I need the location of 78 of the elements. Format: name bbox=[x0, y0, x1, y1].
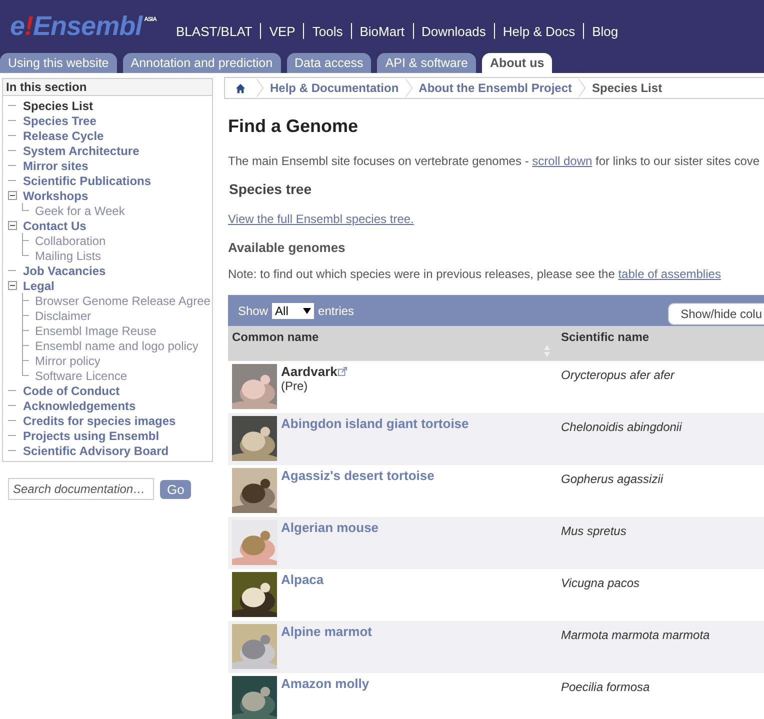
nav-link[interactable]: BLAST/BLAT bbox=[168, 24, 260, 38]
species-tree-link[interactable]: View the full Ensembl species tree. bbox=[228, 212, 414, 226]
species-link[interactable]: Abingdon island giant tortoise bbox=[281, 416, 469, 431]
nav-link[interactable]: Downloads bbox=[414, 24, 494, 38]
sidebar-sublink[interactable]: Software Licence bbox=[35, 368, 128, 382]
nav-link[interactable]: VEP bbox=[261, 24, 304, 38]
sidebar-link[interactable]: Scientific Advisory Board bbox=[23, 444, 169, 458]
collapse-icon[interactable] bbox=[8, 221, 17, 230]
sidebar-sublink[interactable]: Browser Genome Release Agree bbox=[35, 294, 210, 308]
nav-link[interactable]: Tools bbox=[304, 24, 351, 38]
assemblies-link[interactable]: table of assemblies bbox=[618, 267, 721, 281]
sidebar-link[interactable]: Credits for species images bbox=[23, 414, 176, 428]
sidebar-link[interactable]: Release Cycle bbox=[23, 128, 104, 142]
breadcrumb-link[interactable]: About the Ensembl Project bbox=[418, 81, 572, 95]
sidebar-sublink[interactable]: Collaboration bbox=[35, 234, 106, 248]
site-logo[interactable]: e!Ensembl$^{ASIA}$ bbox=[10, 10, 168, 42]
nav-tab[interactable]: Using this website bbox=[0, 53, 117, 73]
caret-icon bbox=[303, 308, 312, 314]
sidebar-link[interactable]: Contact Us bbox=[23, 218, 86, 232]
search-field[interactable]: Search documentation… bbox=[8, 478, 154, 500]
scientific-name: Chelonoidis abingdonii bbox=[561, 420, 682, 434]
columns-button[interactable]: Show/hide colu bbox=[668, 302, 764, 324]
scientific-name: Orycteropus afer afer bbox=[561, 368, 674, 382]
sidebar-link[interactable]: Species Tree bbox=[23, 114, 96, 128]
scroll-link[interactable]: scroll down bbox=[532, 154, 592, 168]
nav-link[interactable]: BioMart bbox=[352, 24, 413, 38]
go-button[interactable]: Go bbox=[160, 480, 192, 498]
sidebar-sublink[interactable]: Disclaimer bbox=[35, 308, 92, 322]
collapse-icon[interactable] bbox=[8, 281, 17, 290]
entries-select[interactable]: All bbox=[272, 302, 314, 318]
home-icon[interactable] bbox=[235, 82, 246, 94]
sidebar-link[interactable]: Acknowledgements bbox=[23, 398, 136, 412]
entries-label: entries bbox=[318, 304, 354, 318]
note-text: Note: to find out which species were in previous releases, please see the table of assemblies bbox=[228, 267, 722, 281]
sidebar-link[interactable]: Species List bbox=[23, 98, 94, 112]
scientific-name: Mus spretus bbox=[561, 524, 626, 538]
sidebar-link[interactable]: Workshops bbox=[23, 188, 88, 202]
scientific-name: Poecilia formosa bbox=[561, 680, 650, 694]
scientific-name: Marmota marmota marmota bbox=[561, 628, 710, 642]
nav-tab[interactable]: Data access bbox=[286, 53, 372, 73]
nav-tab[interactable]: Annotation and prediction bbox=[122, 53, 281, 73]
nav-tab[interactable]: API & software bbox=[377, 53, 476, 73]
species-link[interactable]: Agassiz's desert tortoise bbox=[281, 468, 434, 483]
nav-link[interactable]: Help & Docs bbox=[494, 24, 584, 38]
breadcrumb-link[interactable]: Species List bbox=[592, 81, 662, 95]
species-link[interactable]: Amazon molly bbox=[281, 676, 370, 691]
nav-link[interactable]: Blog bbox=[584, 24, 626, 38]
scientific-name: Gopherus agassizii bbox=[561, 472, 664, 486]
external-link-icon[interactable] bbox=[338, 367, 348, 376]
species-link[interactable]: Algerian mouse bbox=[281, 520, 379, 535]
section-heading: Species tree bbox=[229, 181, 312, 197]
species-link[interactable]: Alpine marmot bbox=[281, 624, 372, 639]
sidebar-link[interactable]: System Architecture bbox=[23, 144, 140, 158]
sidebar-sublink[interactable]: Ensembl name and logo policy bbox=[35, 338, 198, 352]
sidebar-link[interactable]: Projects using Ensembl bbox=[23, 428, 160, 442]
intro-text: The main Ensembl site focuses on vertebrate genomes - scroll down for links to our sister sites cove bbox=[228, 154, 761, 168]
show-label: Show bbox=[238, 304, 268, 318]
column-header[interactable]: Common name bbox=[228, 326, 557, 361]
species-note: (Pre) bbox=[281, 379, 309, 393]
breadcrumb-link[interactable]: Help & Documentation bbox=[270, 81, 399, 95]
sidebar-link[interactable]: Job Vacancies bbox=[23, 264, 106, 278]
panel-title: In this section bbox=[3, 78, 212, 96]
sidebar-sublink[interactable]: Mirror policy bbox=[35, 354, 100, 368]
sidebar-sublink[interactable]: Geek for a Week bbox=[35, 204, 125, 218]
sidebar-sublink[interactable]: Mailing Lists bbox=[35, 248, 102, 262]
sidebar-link[interactable]: Code of Conduct bbox=[23, 384, 120, 398]
sidebar-sublink[interactable]: Ensembl Image Reuse bbox=[35, 324, 156, 338]
page-title: Find a Genome bbox=[228, 116, 360, 137]
sidebar-link[interactable]: Legal bbox=[23, 278, 54, 292]
sidebar-link[interactable]: Mirror sites bbox=[23, 158, 88, 172]
scientific-name: Vicugna pacos bbox=[561, 576, 640, 590]
species-name[interactable]: Aardvark bbox=[281, 364, 338, 379]
section-heading: Available genomes bbox=[228, 240, 346, 255]
nav-tab[interactable]: About us bbox=[482, 53, 552, 73]
column-header[interactable]: Scientific name bbox=[557, 326, 764, 361]
species-link[interactable]: Alpaca bbox=[281, 572, 324, 587]
collapse-icon[interactable] bbox=[8, 191, 17, 200]
sidebar-link[interactable]: Scientific Publications bbox=[23, 174, 152, 188]
